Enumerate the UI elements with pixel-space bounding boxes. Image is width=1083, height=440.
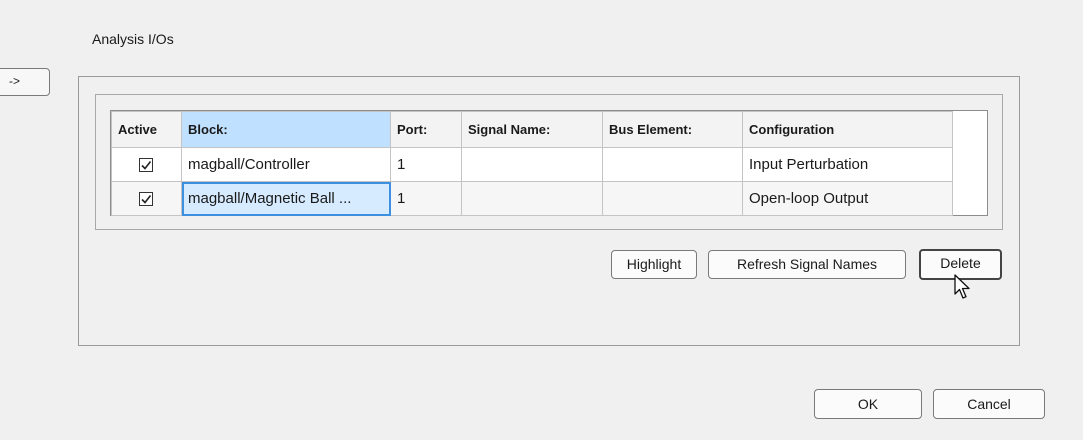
mouse-pointer-icon <box>954 274 970 299</box>
configuration-cell[interactable]: Open-loop Output <box>742 181 953 216</box>
bus-element-cell[interactable] <box>602 181 743 216</box>
signal-name-cell[interactable] <box>461 147 603 182</box>
refresh-signal-names-button[interactable]: Refresh Signal Names <box>708 250 906 279</box>
active-checkbox[interactable] <box>139 191 153 206</box>
column-header-active[interactable]: Active <box>111 111 182 148</box>
column-header-block[interactable]: Block: <box>181 111 391 148</box>
io-grid: Active Block: Port: Signal Name: Bus Ele… <box>111 111 953 216</box>
checkmark-icon <box>141 194 152 204</box>
analysis-io-table: Active Block: Port: Signal Name: Bus Ele… <box>110 110 988 216</box>
port-cell[interactable]: 1 <box>390 181 462 216</box>
table-row[interactable]: magball/Magnetic Ball ... 1 Open-loop Ou… <box>111 181 953 216</box>
signal-name-cell[interactable] <box>461 181 603 216</box>
ok-button[interactable]: OK <box>814 389 922 419</box>
highlight-button[interactable]: Highlight <box>611 250 697 279</box>
bus-element-cell[interactable] <box>602 147 743 182</box>
checkmark-icon <box>141 160 152 170</box>
active-checkbox[interactable] <box>139 157 153 172</box>
table-row[interactable]: magball/Controller 1 Input Perturbation <box>111 147 953 182</box>
block-cell[interactable]: magball/Controller <box>181 147 391 182</box>
section-title: Analysis I/Os <box>92 31 174 47</box>
configuration-cell[interactable]: Input Perturbation <box>742 147 953 182</box>
cancel-button[interactable]: Cancel <box>933 389 1045 419</box>
add-button[interactable]: -> <box>0 68 50 96</box>
column-header-bus-element[interactable]: Bus Element: <box>602 111 743 148</box>
port-cell[interactable]: 1 <box>390 147 462 182</box>
active-cell[interactable] <box>111 181 182 216</box>
block-cell[interactable]: magball/Magnetic Ball ... <box>181 181 391 216</box>
column-header-configuration[interactable]: Configuration <box>742 111 953 148</box>
column-header-signal-name[interactable]: Signal Name: <box>461 111 603 148</box>
active-cell[interactable] <box>111 147 182 182</box>
column-header-port[interactable]: Port: <box>390 111 462 148</box>
